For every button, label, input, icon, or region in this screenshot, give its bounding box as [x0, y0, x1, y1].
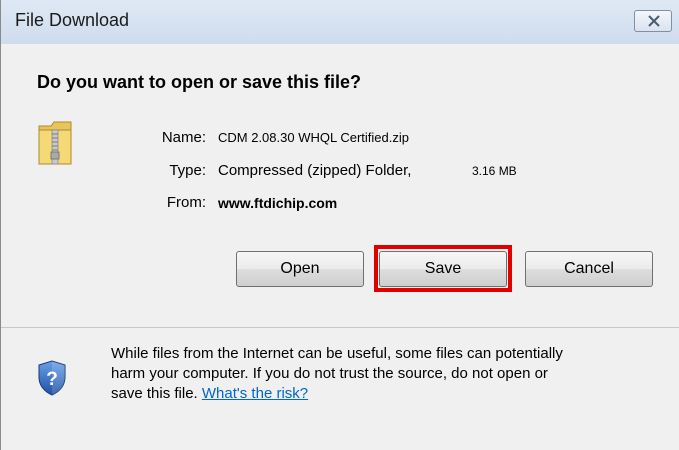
name-row: Name: CDM 2.08.30 WHQL Certified.zip [1, 127, 679, 149]
name-label: Name: [161, 129, 206, 146]
open-button[interactable]: Open [236, 251, 364, 287]
divider [1, 327, 679, 328]
type-row: Type: Compressed (zipped) Folder, 3.16 M… [1, 160, 679, 182]
warning-line-2: harm your computer. If you do not trust … [111, 365, 548, 382]
type-value: Compressed (zipped) Folder, [218, 162, 412, 179]
warning-line-1: While files from the Internet can be use… [111, 345, 563, 362]
type-label: Type: [169, 162, 206, 179]
file-download-dialog: File Download Do you want to open or sav… [0, 0, 679, 450]
from-value: www.ftdichip.com [218, 195, 338, 211]
close-button[interactable] [634, 10, 672, 32]
title-bar[interactable]: File Download [1, 0, 679, 44]
from-label: From: [166, 194, 206, 211]
file-size: 3.16 MB [472, 164, 517, 178]
svg-text:?: ? [46, 369, 58, 390]
save-highlight-box [374, 245, 512, 292]
window-title: File Download [15, 10, 130, 30]
security-warning: While files from the Internet can be use… [111, 344, 671, 404]
close-icon [648, 15, 660, 27]
shield-question-icon: ? [38, 360, 66, 396]
warning-line-3: save this file. [111, 385, 198, 402]
dialog-heading: Do you want to open or save this file? [37, 72, 362, 92]
from-row: From: www.ftdichip.com [1, 192, 679, 214]
name-value: CDM 2.08.30 WHQL Certified.zip [218, 130, 409, 145]
whats-the-risk-link[interactable]: What's the risk? [202, 385, 308, 402]
cancel-button[interactable]: Cancel [525, 251, 653, 287]
